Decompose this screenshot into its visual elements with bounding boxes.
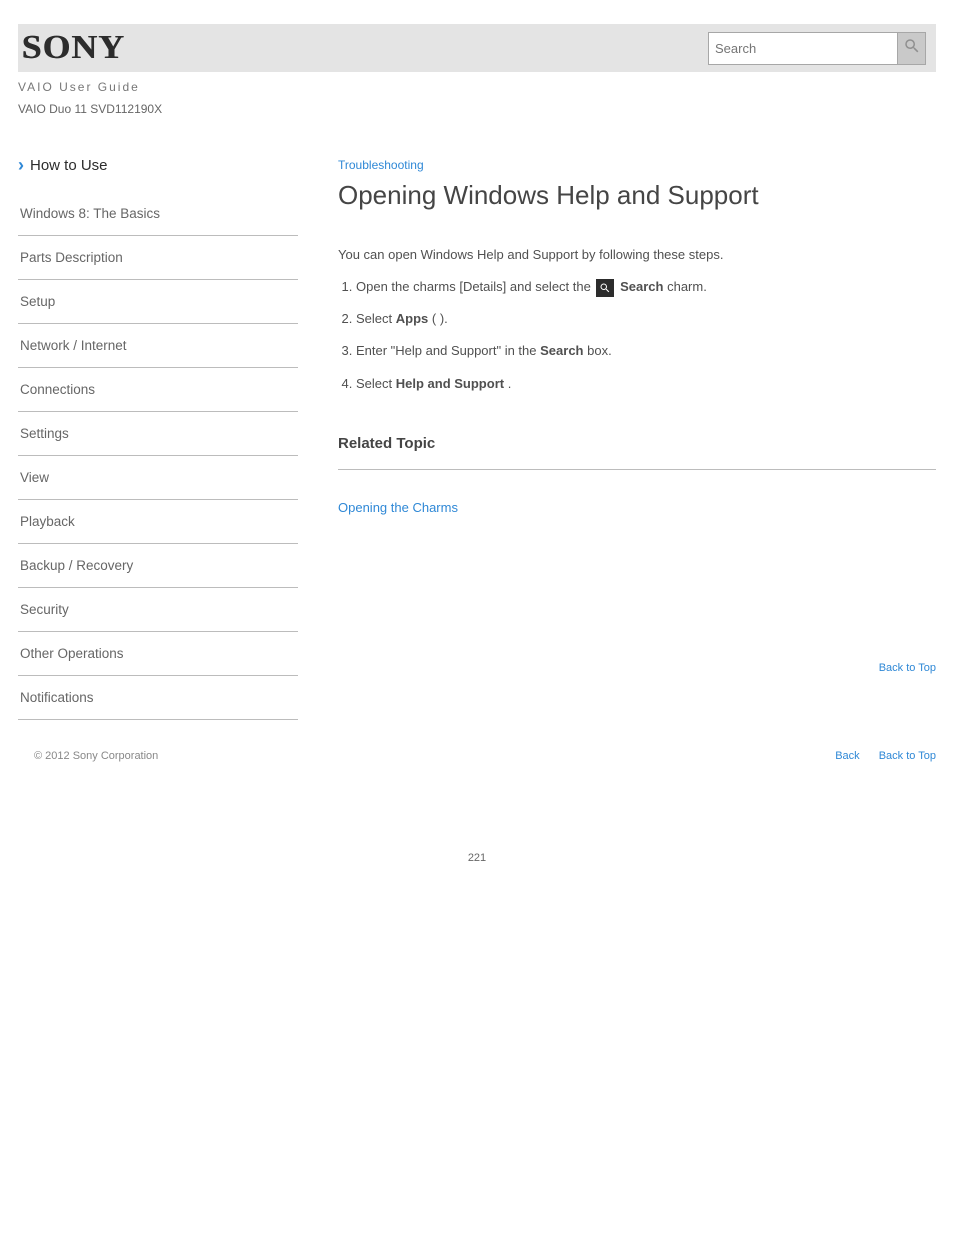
sidebar-item[interactable]: Playback [18,500,298,544]
intro-text: You can open Windows Help and Support by… [338,245,936,265]
model-name: VAIO Duo 11 SVD112190X [18,102,936,116]
step-item: Open the charms [Details] and select the… [356,277,936,297]
product-line: VAIO User Guide [18,80,936,94]
breadcrumb[interactable]: Troubleshooting [338,158,424,172]
main-content: Troubleshooting Opening Windows Help and… [338,156,936,720]
related-topic-link[interactable]: Opening the Charms [338,498,936,522]
step-item: Select Help and Support . [356,374,936,394]
sidebar-item[interactable]: Backup / Recovery [18,544,298,588]
page-title: Opening Windows Help and Support [338,180,936,211]
sidebar-heading: › How to Use [18,156,298,174]
search-form [708,32,926,65]
sidebar-item[interactable]: Settings [18,412,298,456]
brand-logo: SONY [22,29,125,67]
back-link[interactable]: Back [835,750,859,762]
sidebar-item[interactable]: Parts Description [18,236,298,280]
search-input[interactable] [708,32,898,65]
related-heading: Related Topic [338,432,936,455]
page-number: 221 [18,852,936,864]
step-item: Enter "Help and Support" in the Search b… [356,341,936,361]
header-bar: SONY [18,24,936,72]
sidebar-item[interactable]: View [18,456,298,500]
search-icon [903,37,921,60]
sidebar-item[interactable]: Other Operations [18,632,298,676]
step-item: Select Apps ( ). [356,309,936,329]
footer: Back to Top [338,662,936,674]
how-to-label: How to Use [30,157,108,174]
sidebar-item[interactable]: Network / Internet [18,324,298,368]
sidebar: › How to Use Windows 8: The Basics Parts… [18,156,298,720]
sidebar-nav: Windows 8: The Basics Parts Description … [18,192,298,720]
sidebar-item[interactable]: Setup [18,280,298,324]
sidebar-item[interactable]: Windows 8: The Basics [18,192,298,236]
search-charm-icon [596,279,614,297]
back-to-top-link[interactable]: Back to Top [338,662,936,674]
sidebar-item[interactable]: Connections [18,368,298,412]
divider [338,469,936,470]
chevron-right-icon: › [18,156,24,174]
copyright: © 2012 Sony Corporation [34,750,158,762]
sidebar-item[interactable]: Notifications [18,676,298,720]
back-to-top-link[interactable]: Back to Top [879,750,936,762]
steps-list: Open the charms [Details] and select the… [356,277,936,394]
page-footer: © 2012 Sony Corporation Back Back to Top [18,750,936,762]
sidebar-item[interactable]: Security [18,588,298,632]
search-button[interactable] [898,32,926,65]
